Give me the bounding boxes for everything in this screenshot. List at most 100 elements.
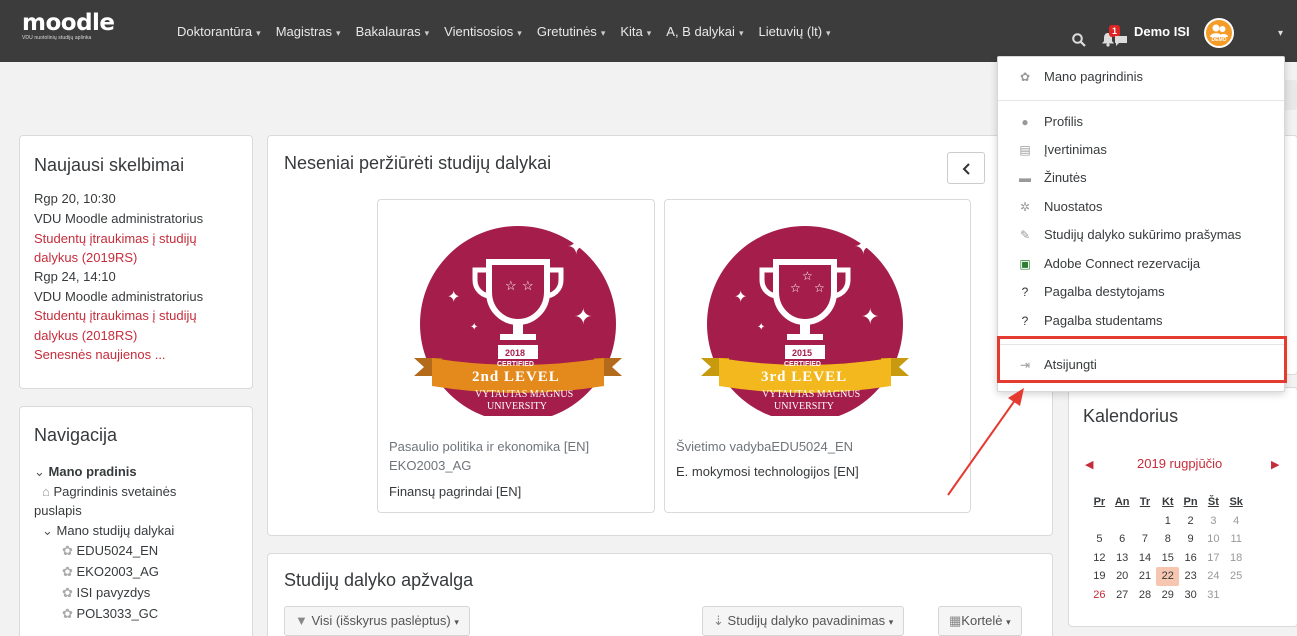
calendar-day[interactable]: 8: [1156, 530, 1179, 549]
moodle-logo[interactable]: moodle VDU nuotolinių studijų aplinka: [22, 12, 115, 42]
course-name[interactable]: Finansų pagrindai [EN]: [389, 484, 521, 499]
news-author: VDU Moodle administratorius: [34, 211, 204, 226]
calendar-day[interactable]: 29: [1156, 586, 1179, 605]
calendar-day[interactable]: 12: [1088, 549, 1111, 568]
calendar-day[interactable]: 4: [1225, 512, 1248, 531]
calendar-day[interactable]: 3: [1202, 512, 1225, 531]
calendar-day[interactable]: 17: [1202, 549, 1225, 568]
menu-item-course-request[interactable]: ✎ Studijų dalyko sukūrimo prašymas: [1018, 227, 1241, 242]
prev-month-arrow[interactable]: ◀: [1085, 458, 1093, 471]
nav-site-home[interactable]: ⌂ Pagrindinis svetainės: [42, 483, 176, 500]
calendar-day[interactable]: 9: [1179, 530, 1202, 549]
avatar[interactable]: DEMO: [1204, 18, 1234, 48]
course-icon: ✿: [62, 606, 77, 621]
weekday-header: Sk: [1229, 496, 1243, 509]
sort-dropdown[interactable]: ⇣ Studijų dalyko pavadinimas ▾: [702, 606, 905, 636]
nav-bakalauras[interactable]: Bakalauras ▾: [356, 24, 430, 39]
nav-course[interactable]: ✿ ISI pavyzdys: [62, 584, 150, 601]
calendar-day[interactable]: 25: [1225, 567, 1248, 586]
next-month-arrow[interactable]: ▶: [1271, 458, 1279, 471]
nav-home[interactable]: ⌄ Mano pradinis: [34, 463, 137, 480]
calendar-day[interactable]: 30: [1179, 586, 1202, 605]
calendar-day[interactable]: 10: [1202, 530, 1225, 549]
badge-university: VYTAUTAS MAGNUS: [762, 389, 861, 400]
chevron-down-icon: ▾: [1006, 617, 1011, 627]
settings-icon: ✲: [1019, 200, 1031, 214]
calendar-day[interactable]: 6: [1111, 530, 1134, 549]
menu-item-messages[interactable]: ▬ Žinutės: [1018, 170, 1087, 185]
course-category: Pasaulio politika ir ekonomika [EN]: [389, 439, 590, 454]
calendar-title: Kalendorius: [1083, 406, 1179, 426]
calendar-day[interactable]: 14: [1134, 549, 1157, 568]
course-overview-title: Studijų dalyko apžvalga: [284, 570, 474, 590]
menu-item-profile[interactable]: ● Profilis: [1018, 114, 1083, 129]
nav-doktorantura[interactable]: Doktorantūra ▾: [177, 24, 261, 39]
view-dropdown[interactable]: ▦Kortelė ▾: [938, 606, 1022, 636]
nav-ab-dalykai[interactable]: A, B dalykai ▾: [666, 24, 743, 39]
calendar-day-today[interactable]: 22: [1156, 567, 1180, 586]
nav-kita[interactable]: Kita ▾: [620, 24, 651, 39]
course-card[interactable]: ☆ ☆ ✦ ✦ ✦ ✦ 2018 CERTIFIED 2nd LEVEL VYT…: [377, 199, 655, 513]
menu-item-dashboard[interactable]: ✿ Mano pagrindinis: [1018, 69, 1143, 84]
calendar-day[interactable]: 15: [1156, 549, 1179, 568]
news-link[interactable]: dalykus (2019RS): [34, 249, 137, 266]
calendar-day[interactable]: 2: [1179, 512, 1202, 531]
news-link[interactable]: Studentų įtraukimas į studijų: [34, 307, 197, 324]
course-name[interactable]: E. mokymosi technologijos [EN]: [676, 464, 859, 479]
nav-site-home-cont[interactable]: puslapis: [34, 502, 82, 519]
course-card[interactable]: ☆ ☆ ☆ ✦ ✦ ✦ ✦ 2015 CERTIFIED 3rd LEVEL V…: [664, 199, 971, 513]
news-link[interactable]: dalykus (2018RS): [34, 327, 137, 344]
calendar-day[interactable]: 24: [1202, 567, 1225, 586]
user-menu-caret[interactable]: ▾: [1278, 28, 1283, 39]
calendar-day[interactable]: 18: [1225, 549, 1248, 568]
navigation-title: Navigacija: [34, 425, 118, 445]
calendar-day[interactable]: 13: [1111, 549, 1134, 568]
annotation-arrow: [947, 388, 1024, 496]
calendar-day[interactable]: 23: [1179, 567, 1202, 586]
calendar-day[interactable]: 27: [1111, 586, 1134, 605]
main-nav: Doktorantūra ▾ Magistras ▾ Bakalauras ▾ Vie…: [177, 24, 846, 39]
calendar-day[interactable]: 5: [1088, 530, 1111, 549]
carousel-prev-button[interactable]: [947, 152, 985, 184]
calendar-day[interactable]: 21: [1134, 567, 1157, 586]
nav-gretutines[interactable]: Gretutinės ▾: [537, 24, 606, 39]
user-name[interactable]: Demo ISI: [1134, 24, 1190, 39]
nav-course[interactable]: ✿ EDU5024_EN: [62, 542, 158, 559]
language-menu[interactable]: Lietuvių (lt) ▾: [758, 24, 830, 39]
nav-course[interactable]: ✿ POL3033_GC: [62, 605, 158, 622]
badge-university: UNIVERSITY: [487, 401, 547, 412]
calendar-day[interactable]: 11: [1225, 530, 1248, 549]
menu-item-grades[interactable]: ▤ Įvertinimas: [1018, 142, 1107, 157]
nav-my-courses[interactable]: ⌄ Mano studijų dalykai: [42, 522, 174, 539]
search-icon[interactable]: [1072, 33, 1086, 47]
dashboard-icon: ✿: [1019, 70, 1031, 84]
svg-text:✦: ✦: [567, 234, 585, 259]
news-title: Naujausi skelbimai: [34, 155, 185, 175]
news-date: Rgp 20, 10:30: [34, 191, 116, 206]
calendar-day[interactable]: 26: [1088, 586, 1111, 605]
svg-text:☆: ☆: [814, 281, 825, 295]
calendar-day[interactable]: 16: [1179, 549, 1202, 568]
menu-item-help-teachers[interactable]: ? Pagalba destytojams: [1018, 284, 1165, 299]
nav-vientisosios[interactable]: Vientisosios ▾: [444, 24, 522, 39]
badge-university: UNIVERSITY: [774, 401, 834, 412]
older-news-link[interactable]: Senesnės naujienos ...: [34, 346, 166, 363]
calendar-day[interactable]: 31: [1202, 586, 1225, 605]
menu-item-help-students[interactable]: ? Pagalba studentams: [1018, 313, 1163, 328]
calendar-day[interactable]: 1: [1156, 512, 1179, 531]
badge-year: 2015: [792, 348, 813, 358]
calendar-day[interactable]: 19: [1088, 567, 1111, 586]
calendar-day[interactable]: 28: [1134, 586, 1157, 605]
news-link[interactable]: Studentų įtraukimas į studijų: [34, 230, 197, 247]
calendar-day[interactable]: 7: [1134, 530, 1157, 549]
nav-magistras[interactable]: Magistras ▾: [276, 24, 341, 39]
help-icon: ?: [1021, 285, 1029, 299]
course-icon: ✿: [62, 543, 77, 558]
filter-dropdown[interactable]: ▼ Visi (išskyrus paslėptus) ▾: [284, 606, 470, 636]
chat-icon[interactable]: [1114, 35, 1128, 47]
menu-item-adobe-connect[interactable]: ▣ Adobe Connect rezervacija: [1018, 256, 1200, 271]
menu-item-preferences[interactable]: ✲ Nuostatos: [1018, 199, 1103, 214]
calendar-month[interactable]: 2019 rugpjūčio: [1137, 456, 1222, 471]
nav-course[interactable]: ✿ EKO2003_AG: [62, 563, 159, 580]
calendar-day[interactable]: 20: [1111, 567, 1134, 586]
